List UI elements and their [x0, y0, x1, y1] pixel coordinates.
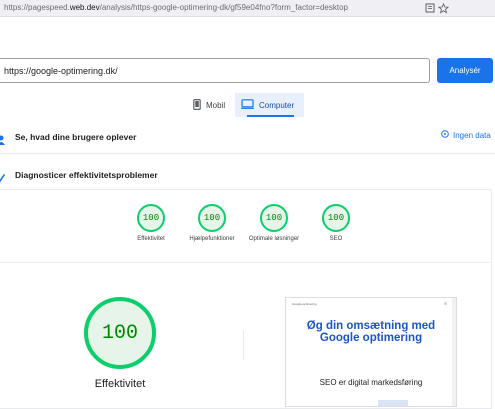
tab-desktop[interactable]: Computer [235, 93, 304, 117]
preview-scrollbar [452, 298, 456, 406]
score-value: 100 [265, 213, 283, 223]
url-text[interactable]: https://pagespeed.web.dev/analysis/https… [4, 3, 348, 12]
info-icon [441, 130, 449, 140]
score-gauge-performance[interactable]: 100 [137, 204, 165, 232]
preview-image-fragment [378, 400, 408, 406]
analyze-button[interactable]: Analysér [437, 58, 493, 83]
vertical-divider [243, 330, 244, 360]
score-value: 100 [203, 213, 221, 223]
field-data-title: Se, hvad dine brugere oplever [15, 132, 137, 142]
url-input[interactable] [0, 58, 430, 83]
score-gauge-accessibility[interactable]: 100 [198, 204, 226, 232]
no-data-indicator: Ingen data [441, 130, 491, 140]
preview-subtitle: SEO er digital markedsføring [319, 378, 423, 387]
selected-tab-indicator [247, 115, 294, 117]
preview-site-name: Google-optimering [292, 302, 317, 306]
url-path: /analysis/https-google-optimering-dk/gf5… [99, 3, 348, 12]
main-score-gauge: 100 [84, 297, 156, 369]
score-value: 100 [327, 213, 345, 223]
diagnose-title: Diagnosticer effektivitetsproblemer [15, 170, 158, 180]
preview-headline: Øg din omsætning med Google optimering [306, 320, 436, 344]
browser-address-bar[interactable]: https://pagespeed.web.dev/analysis/https… [0, 0, 495, 17]
tab-mobile-label: Mobil [206, 100, 226, 110]
no-data-label: Ingen data [453, 130, 491, 140]
url-prefix: https://pagespeed. [4, 3, 70, 12]
main-score-label: Effektivitet [94, 378, 146, 390]
tab-desktop-label: Computer [259, 100, 295, 110]
diagnose-section[interactable]: Diagnosticer effektivitetsproblemer [0, 168, 495, 183]
score-gauge-best-practices[interactable]: 100 [260, 204, 288, 232]
page-screenshot-preview: Google-optimering ≡ Øg din omsætning med… [285, 297, 457, 407]
score-value: 100 [142, 213, 160, 223]
score-label-seo: SEO [329, 236, 343, 242]
field-data-section[interactable]: Se, hvad dine brugere oplever [0, 130, 495, 145]
main-score-value: 100 [101, 321, 138, 345]
star-icon[interactable] [437, 2, 449, 14]
reader-icon[interactable] [424, 2, 436, 14]
card-divider [0, 262, 492, 263]
section-divider [0, 153, 495, 154]
tab-mobile[interactable]: Mobil [187, 93, 231, 117]
person-icon [0, 132, 5, 145]
url-domain: web.dev [69, 3, 100, 12]
check-icon [0, 170, 6, 183]
desktop-icon [241, 99, 254, 111]
mobile-icon [193, 98, 201, 112]
score-gauge-seo[interactable]: 100 [322, 204, 350, 232]
preview-menu-icon: ≡ [444, 301, 447, 307]
